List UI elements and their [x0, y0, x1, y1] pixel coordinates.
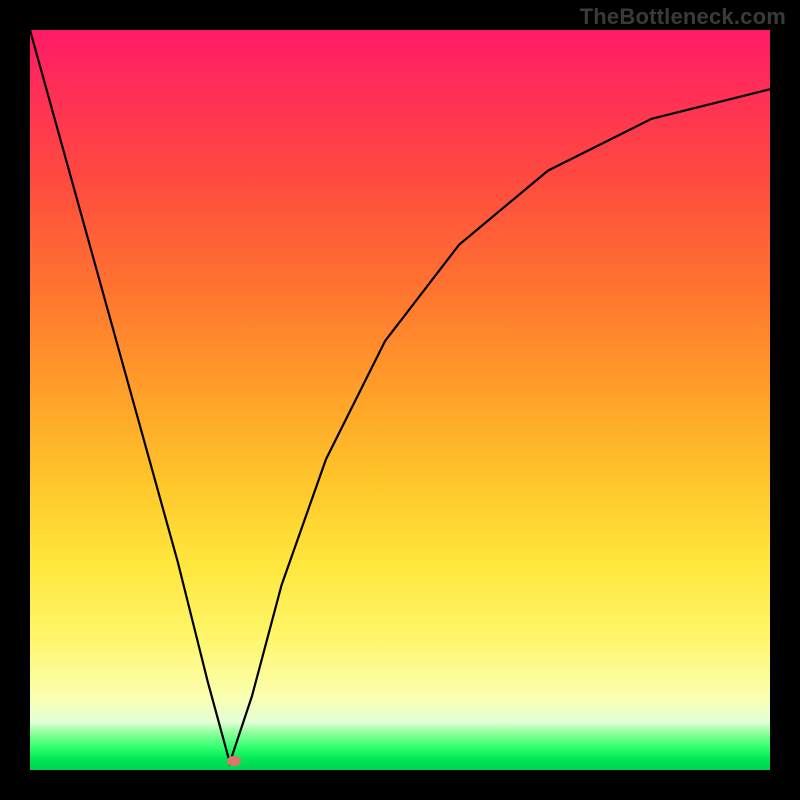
watermark-text: TheBottleneck.com	[580, 4, 786, 30]
curve-path	[30, 30, 770, 763]
bottleneck-curve	[30, 30, 770, 770]
optimum-marker	[227, 756, 241, 766]
plot-area	[30, 30, 770, 770]
chart-frame: TheBottleneck.com	[0, 0, 800, 800]
